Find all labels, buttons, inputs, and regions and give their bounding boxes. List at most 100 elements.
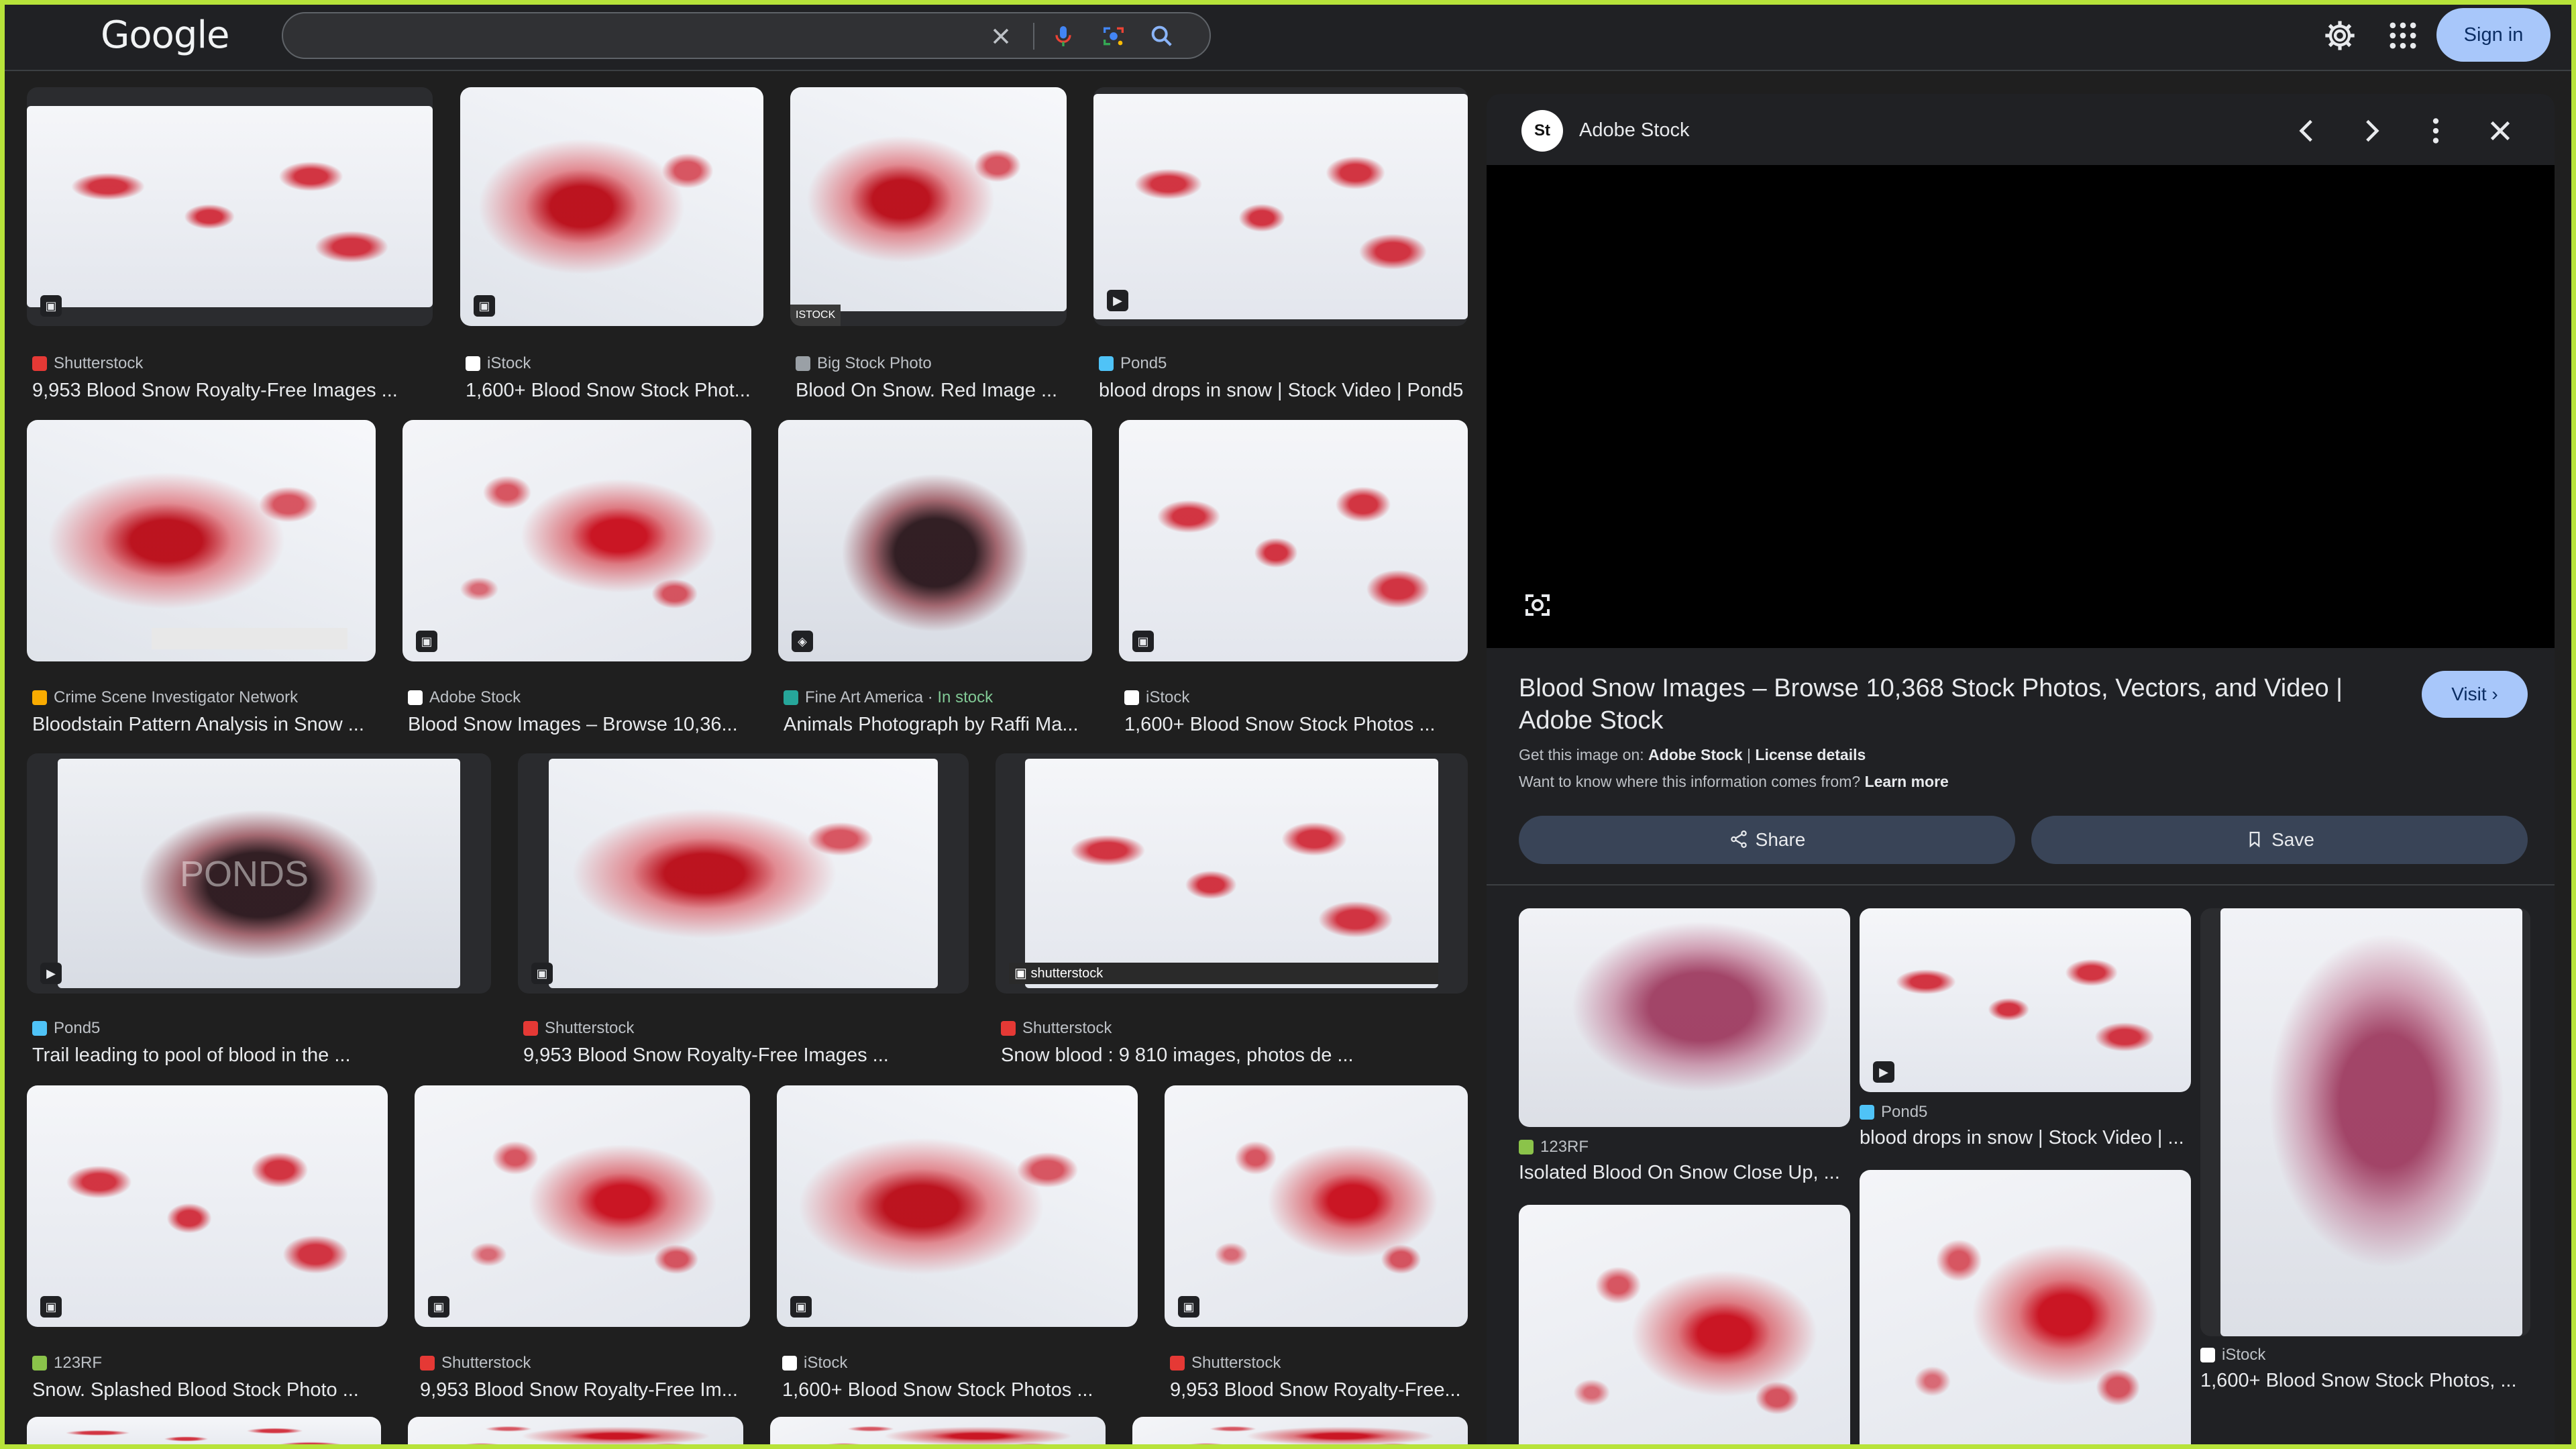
- get-image-source-link[interactable]: Adobe Stock: [1648, 746, 1743, 763]
- result-thumbnail[interactable]: [408, 1417, 743, 1449]
- result-card[interactable]: ◈ Fine Art America · In stock Animals Ph…: [778, 420, 1092, 735]
- result-thumbnail[interactable]: ▣: [27, 87, 433, 326]
- result-card[interactable]: ▣ Adobe Stock Blood Snow Images – Browse…: [402, 420, 751, 735]
- result-card[interactable]: ▶ Pond5 blood drops in snow | Stock Vide…: [1093, 87, 1468, 402]
- chevron-left-icon[interactable]: [2290, 114, 2324, 148]
- result-title[interactable]: blood drops in snow | Stock Video | Pond…: [1099, 380, 1473, 402]
- image-icon: ▣: [1132, 631, 1154, 652]
- lens-search-icon[interactable]: [1521, 589, 1554, 621]
- sign-in-button[interactable]: Sign in: [2436, 8, 2551, 62]
- related-card[interactable]: iStock 1,600+ Blood Snow Stock Photos, .…: [2200, 908, 2530, 1391]
- result-title[interactable]: Snow. Splashed Blood Stock Photo ...: [32, 1379, 391, 1401]
- related-title[interactable]: blood drops in snow | Stock Video | ...: [1860, 1127, 2191, 1149]
- result-card[interactable]: ▣ iStock 1,600+ Blood Snow Stock Photos …: [777, 1085, 1138, 1401]
- result-card[interactable]: ISTOCK Big Stock Photo Blood On Snow. Re…: [790, 87, 1067, 402]
- preview-image-area[interactable]: [1487, 165, 2555, 648]
- result-thumbnail[interactable]: ▣: [27, 1085, 388, 1327]
- result-thumbnail[interactable]: [1132, 1417, 1468, 1449]
- result-thumbnail[interactable]: ▶: [1093, 87, 1468, 326]
- result-image: [460, 87, 763, 326]
- istock-icon: [2200, 1348, 2215, 1362]
- share-button[interactable]: Share: [1519, 816, 2015, 864]
- save-button[interactable]: Save: [2031, 816, 2528, 864]
- related-source: Pond5: [1860, 1103, 1927, 1122]
- result-title[interactable]: 9,953 Blood Snow Royalty-Free...: [1170, 1379, 1473, 1401]
- result-title[interactable]: Blood On Snow. Red Image ...: [796, 380, 1067, 402]
- badge-inline-icon: ▣: [1014, 966, 1031, 981]
- chevron-right-icon[interactable]: [2355, 114, 2388, 148]
- related-source: 123RF: [1519, 1138, 1589, 1157]
- more-vert-icon[interactable]: [2419, 114, 2453, 148]
- result-image: [1093, 94, 1468, 319]
- result-thumbnail[interactable]: [27, 1417, 381, 1449]
- related-title[interactable]: 1,600+ Blood Snow Stock Photos, ...: [2200, 1370, 2530, 1392]
- license-details-link[interactable]: License details: [1755, 746, 1866, 763]
- search-icon[interactable]: [1148, 23, 1175, 50]
- result-title[interactable]: 9,953 Blood Snow Royalty-Free Im...: [420, 1379, 755, 1401]
- visit-button[interactable]: Visit ›: [2422, 671, 2528, 718]
- related-thumbnail[interactable]: [1860, 1170, 2191, 1449]
- mic-icon[interactable]: [1050, 23, 1077, 50]
- result-image: [1165, 1085, 1468, 1327]
- result-title[interactable]: Snow blood : 9 810 images, photos de ...: [1001, 1044, 1470, 1067]
- search-input[interactable]: [303, 20, 974, 52]
- result-thumbnail[interactable]: [27, 420, 376, 661]
- result-title[interactable]: Blood Snow Images – Browse 10,36...: [408, 714, 753, 736]
- result-thumbnail[interactable]: PONDS ▶: [27, 753, 491, 994]
- related-thumbnail[interactable]: [2200, 908, 2530, 1336]
- result-thumbnail[interactable]: ▣: [777, 1085, 1138, 1327]
- result-thumbnail[interactable]: ▣: [415, 1085, 750, 1327]
- search-box[interactable]: [282, 12, 1211, 59]
- result-title[interactable]: 1,600+ Blood Snow Stock Photos ...: [1124, 714, 1470, 736]
- related-thumbnail[interactable]: [1519, 1205, 1850, 1449]
- result-thumbnail[interactable]: ▣ shutterstock: [996, 753, 1468, 994]
- play-icon: ▶: [40, 963, 62, 984]
- apps-grid-icon[interactable]: [2385, 18, 2420, 53]
- result-image: [549, 759, 938, 988]
- result-title[interactable]: Trail leading to pool of blood in the ..…: [32, 1044, 495, 1067]
- close-icon[interactable]: [987, 23, 1014, 50]
- result-thumbnail[interactable]: ▣: [402, 420, 751, 661]
- result-card[interactable]: Crime Scene Investigator Network Bloodst…: [27, 420, 376, 735]
- result-card[interactable]: ▣ Shutterstock 9,953 Blood Snow Royalty-…: [415, 1085, 750, 1401]
- related-thumbnail[interactable]: [1519, 908, 1850, 1127]
- learn-more-link[interactable]: Learn more: [1865, 773, 1949, 790]
- result-thumbnail[interactable]: ▣: [518, 753, 969, 994]
- result-card[interactable]: ▣ iStock 1,600+ Blood Snow Stock Photos …: [1119, 420, 1468, 735]
- result-thumbnail[interactable]: ▣: [1119, 420, 1468, 661]
- close-icon[interactable]: [2483, 114, 2517, 148]
- result-card[interactable]: ▣ Shutterstock 9,953 Blood Snow Royalty-…: [27, 87, 433, 402]
- panel-source-name[interactable]: Adobe Stock: [1579, 119, 1689, 142]
- result-card[interactable]: ▣ Shutterstock 9,953 Blood Snow Royalty-…: [1165, 1085, 1468, 1401]
- result-title[interactable]: 1,600+ Blood Snow Stock Photos ...: [782, 1379, 1141, 1401]
- result-card[interactable]: ▣ shutterstock Shutterstock Snow blood :…: [996, 753, 1468, 1069]
- result-card[interactable]: PONDS ▶ Pond5 Trail leading to pool of b…: [27, 753, 491, 1069]
- image-icon: ▣: [428, 1296, 449, 1318]
- panel-title[interactable]: Blood Snow Images – Browse 10,368 Stock …: [1519, 672, 2404, 737]
- gear-icon[interactable]: [2322, 18, 2357, 53]
- watermark: ▣ shutterstock: [1009, 963, 1438, 984]
- result-card[interactable]: ▣ 123RF Snow. Splashed Blood Stock Photo…: [27, 1085, 388, 1401]
- result-thumbnail[interactable]: ISTOCK: [790, 87, 1067, 326]
- result-title[interactable]: 9,953 Blood Snow Royalty-Free Images ...: [32, 380, 435, 402]
- related-title[interactable]: Isolated Blood On Snow Close Up, ...: [1519, 1162, 1850, 1184]
- result-title[interactable]: 1,600+ Blood Snow Stock Phot...: [466, 380, 764, 402]
- result-thumbnail[interactable]: ▣: [460, 87, 763, 326]
- result-thumbnail[interactable]: ▣: [1165, 1085, 1468, 1327]
- result-thumbnail[interactable]: ◈: [778, 420, 1092, 661]
- result-source: Shutterstock: [1001, 1019, 1112, 1038]
- result-title[interactable]: Bloodstain Pattern Analysis in Snow ...: [32, 714, 381, 736]
- related-thumbnail[interactable]: ▶: [1860, 908, 2191, 1092]
- 123rf-icon: [32, 1356, 47, 1371]
- result-card[interactable]: ▣ Shutterstock 9,953 Blood Snow Royalty-…: [518, 753, 969, 1069]
- result-title[interactable]: 9,953 Blood Snow Royalty-Free Images ...: [523, 1044, 973, 1067]
- related-card[interactable]: ▶ Pond5 blood drops in snow | Stock Vide…: [1860, 908, 2191, 1157]
- result-title[interactable]: Animals Photograph by Raffi Ma...: [784, 714, 1093, 736]
- camera-lens-icon[interactable]: [1100, 23, 1127, 50]
- result-card[interactable]: ▣ iStock 1,600+ Blood Snow Stock Phot...: [460, 87, 763, 402]
- related-card[interactable]: 123RF Isolated Blood On Snow Close Up, .…: [1519, 908, 1850, 1190]
- image-icon: ▣: [40, 295, 62, 317]
- google-logo[interactable]: Google: [101, 13, 229, 57]
- result-thumbnail[interactable]: [770, 1417, 1106, 1449]
- result-source: Shutterstock: [420, 1354, 531, 1373]
